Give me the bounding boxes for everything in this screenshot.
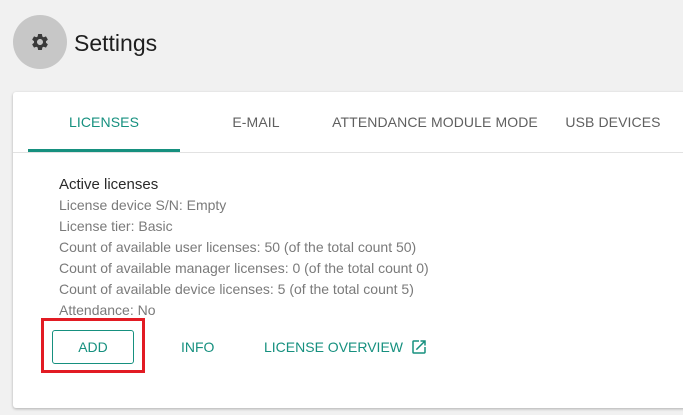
manager-licenses-count: Count of available manager licenses: 0 (… [59,260,429,276]
user-licenses-count: Count of available user licenses: 50 (of… [59,239,417,255]
tab-usb-devices[interactable]: USB DEVICES [538,92,683,152]
license-overview-label: LICENSE OVERVIEW [264,339,404,355]
tab-attendance-module-mode[interactable]: ATTENDANCE MODULE MODE [332,92,538,152]
settings-header: Settings [0,0,683,88]
section-title: Active licenses [59,176,159,193]
settings-tabs: LICENSES E-MAIL ATTENDANCE MODULE MODE U… [13,92,683,153]
info-button-label: INFO [181,339,215,355]
page-title: Settings [74,30,158,56]
info-button[interactable]: INFO [181,330,214,364]
settings-avatar [13,15,67,69]
attendance-status: Attendance: No [59,302,156,318]
external-link-icon [412,340,426,354]
gear-icon [32,33,48,50]
license-device-sn: License device S/N: Empty [59,197,227,213]
tab-email[interactable]: E-MAIL [180,92,332,152]
active-tab-indicator [28,149,180,152]
device-licenses-count: Count of available device licenses: 5 (o… [59,281,414,297]
tab-licenses[interactable]: LICENSES [28,92,180,152]
license-overview-button[interactable]: LICENSE OVERVIEW [264,330,428,364]
settings-card: LICENSES E-MAIL ATTENDANCE MODULE MODE U… [13,92,683,408]
license-tier: License tier: Basic [59,218,173,234]
add-button[interactable]: ADD [52,330,134,364]
